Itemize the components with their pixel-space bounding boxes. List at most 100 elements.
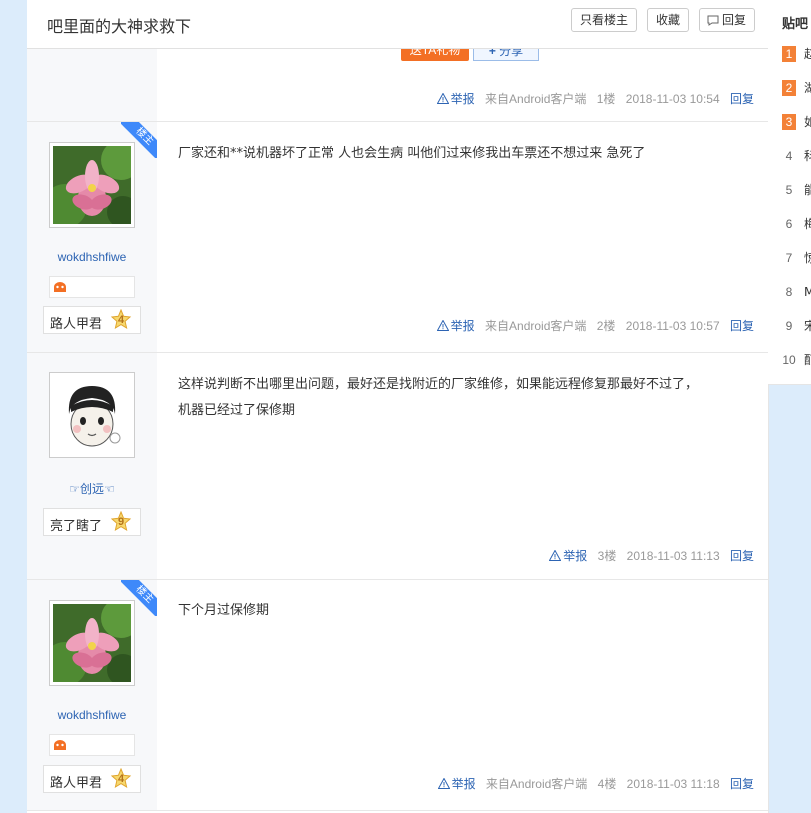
report-link[interactable]: 举报: [436, 92, 478, 106]
reply-bubble-icon: [707, 15, 719, 26]
report-label: 举报: [450, 92, 475, 106]
hot-topics-sidebar: 贴吧 1 赵 2 湖 3 如 4 科 5 能 6 梅 7 惊 8 M 9 宋 10 酊: [768, 0, 811, 385]
report-icon: [549, 550, 562, 561]
rank-number: 2: [782, 80, 796, 96]
post-tail: 举报 3楼 2018-11-03 11:13 回复: [549, 548, 754, 564]
level-number: 4: [117, 773, 125, 785]
rank-number: 10: [782, 353, 796, 367]
cartoon-boy-avatar: [53, 376, 131, 454]
avatar[interactable]: [49, 142, 135, 228]
post-source: 来自Android客户端: [485, 92, 587, 106]
report-label: 举报: [451, 777, 476, 791]
post-content: 厂家还和**说机器坏了正常 人也会生病 叫他们过来修我出车票还不想过来 急死了: [178, 146, 646, 161]
sidebar-title: 贴吧: [782, 17, 809, 32]
post-content: 这样说判断不出哪里出问题，最好还是找附近的厂家维修，如果能远程修复那最好不过了，…: [178, 372, 748, 424]
hot-rank-item[interactable]: 3如: [782, 114, 811, 132]
rank-number: 3: [782, 114, 796, 130]
rank-title: 赵: [804, 47, 811, 61]
rank-title: 湖: [804, 81, 811, 95]
rank-number: 9: [785, 319, 793, 333]
rank-title: 宋: [804, 319, 811, 333]
lotus-avatar: [53, 604, 131, 682]
post-source: 来自Android客户端: [485, 319, 587, 333]
fan-badge: [49, 276, 135, 298]
post-source: 来自Android客户端: [485, 777, 588, 791]
rank-number: 4: [785, 149, 793, 163]
hot-rank-item[interactable]: 9宋: [782, 318, 811, 336]
post-floor: 4楼: [597, 777, 617, 791]
fan-badge-icon: [54, 740, 66, 750]
post-side: ☞创远☜ 亮了瞎了 9: [27, 353, 157, 579]
thread-header: 吧里面的大神求救下 只看楼主 收藏 回复: [27, 0, 768, 49]
rank-number: 5: [785, 183, 793, 197]
post-time: 2018-11-03 10:54: [625, 92, 720, 106]
hot-rank-item[interactable]: 8M: [782, 284, 811, 302]
reply-top-label: 回复: [722, 13, 747, 27]
post-floor-2: 楼主 wokdhshfiwe 路人甲君 4 厂家还和**说机器坏了正常 人也会生…: [27, 122, 768, 353]
fan-badge: [49, 734, 135, 756]
level-number: 4: [117, 314, 125, 326]
rank-number: 7: [785, 251, 793, 265]
post-tail: 举报 来自Android客户端 2楼 2018-11-03 10:57 回复: [436, 318, 754, 334]
thread-title: 吧里面的大神求救下: [47, 17, 192, 36]
reply-link[interactable]: 回复: [730, 319, 754, 333]
level-name: 路人甲君: [50, 776, 103, 791]
rank-title: 如: [804, 115, 811, 129]
report-label: 举报: [563, 549, 588, 563]
post-content-line-2: 机器已经过了保修期: [178, 403, 296, 418]
post-tail: 举报 来自Android客户端 1楼 2018-11-03 10:54 回复: [436, 91, 754, 107]
post-time: 2018-11-03 10:57: [625, 319, 720, 333]
hot-rank-item[interactable]: 1赵: [782, 46, 811, 64]
username[interactable]: ☞创远☜: [27, 480, 157, 497]
rank-number: 1: [782, 46, 796, 62]
rank-title: M: [804, 285, 811, 299]
post-floor: 3楼: [597, 549, 617, 563]
level-number: 9: [117, 516, 125, 528]
post-floor-1: 送TA礼物 + 分享 举报 来自Android客户端 1楼 2018-11-03…: [27, 39, 768, 122]
username[interactable]: wokdhshfiwe: [27, 250, 157, 264]
hot-rank-item[interactable]: 4科: [782, 148, 811, 166]
post-time: 2018-11-03 11:18: [626, 777, 720, 791]
favorite-button[interactable]: 收藏: [647, 8, 690, 32]
reply-link[interactable]: 回复: [730, 92, 754, 106]
post-side: 楼主 wokdhshfiwe 路人甲君 4: [27, 122, 157, 352]
report-link[interactable]: 举报: [436, 319, 478, 333]
rank-number: 8: [785, 285, 793, 299]
post-floor-3: ☞创远☜ 亮了瞎了 9 这样说判断不出哪里出问题，最好还是找附近的厂家维修，如果…: [27, 353, 768, 580]
rank-title: 酊: [804, 353, 811, 367]
hot-rank-item[interactable]: 2湖: [782, 80, 811, 98]
username[interactable]: wokdhshfiwe: [27, 708, 157, 722]
report-link[interactable]: 举报: [437, 777, 479, 791]
reply-link[interactable]: 回复: [730, 549, 754, 563]
member-level[interactable]: 亮了瞎了 9: [43, 508, 141, 536]
member-level[interactable]: 路人甲君 4: [43, 306, 141, 334]
fan-badge-icon: [54, 282, 66, 292]
only-op-button[interactable]: 只看楼主: [571, 8, 638, 32]
post-content: 下个月过保修期: [178, 603, 270, 618]
lotus-avatar: [53, 146, 131, 224]
post-tail: 举报 来自Android客户端 4楼 2018-11-03 11:18 回复: [437, 776, 754, 792]
post-floor-4: 楼主 wokdhshfiwe 路人甲君 4 下个月过保修期 举报 来自Andro…: [27, 580, 768, 811]
avatar[interactable]: [49, 372, 135, 458]
rank-title: 梅: [804, 217, 811, 231]
report-label: 举报: [450, 319, 475, 333]
report-icon: [437, 778, 450, 789]
avatar[interactable]: [49, 600, 135, 686]
hot-rank-item[interactable]: 7惊: [782, 250, 811, 268]
rank-title: 能: [804, 183, 811, 197]
rank-number: 6: [785, 217, 793, 231]
reply-top-button[interactable]: 回复: [699, 8, 756, 32]
rank-title: 科: [804, 149, 811, 163]
report-icon: [436, 320, 449, 331]
rank-title: 惊: [804, 251, 811, 265]
report-link[interactable]: 举报: [549, 549, 590, 563]
thread-main: 吧里面的大神求救下 只看楼主 收藏 回复 送TA礼物 + 分享 举报 来自And…: [27, 0, 769, 813]
level-name: 路人甲君: [50, 317, 103, 332]
hot-rank-item[interactable]: 5能: [782, 182, 811, 200]
hot-rank-item[interactable]: 10 酊: [782, 352, 811, 370]
post-time: 2018-11-03 11:13: [626, 549, 720, 563]
post-side: [27, 49, 157, 121]
hot-rank-item[interactable]: 6梅: [782, 216, 811, 234]
reply-link[interactable]: 回复: [730, 777, 754, 791]
member-level[interactable]: 路人甲君 4: [43, 765, 141, 793]
